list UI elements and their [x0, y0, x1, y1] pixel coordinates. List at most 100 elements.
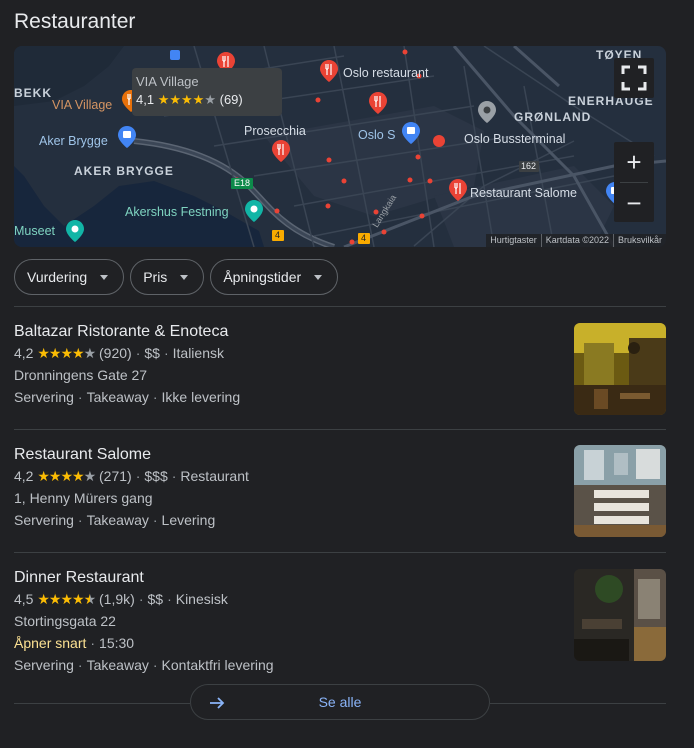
- tooltip-name: VIA Village: [136, 74, 199, 89]
- filter-price[interactable]: Pris: [130, 259, 205, 295]
- map[interactable]: BEKK VIA Village Oslo restaurant TØYEN E…: [14, 46, 666, 247]
- map-label-oslo-restaurant: Oslo restaurant: [343, 66, 429, 80]
- keyboard-shortcuts-link[interactable]: Hurtigtaster: [486, 234, 541, 247]
- star-icon: ★★★★: [37, 591, 84, 607]
- tooltip-review-count: (69): [219, 92, 243, 107]
- address: Dronningens Gate 27: [14, 367, 148, 383]
- opening-time: 15:30: [99, 635, 135, 651]
- restaurant-photo[interactable]: [574, 323, 666, 415]
- attraction-pin-icon[interactable]: [66, 220, 84, 242]
- review-count: (920): [99, 345, 132, 361]
- filter-rating[interactable]: Vurdering: [14, 259, 125, 295]
- result-rating-line: 4,2 ★★★★★ (920) · $$ · Italiensk: [14, 345, 224, 361]
- restaurant-pin-icon[interactable]: [320, 60, 338, 82]
- services: Servering · Takeaway · Kontaktfri levering: [14, 657, 274, 673]
- transit-pin-icon: [170, 50, 180, 60]
- restaurant-pin-icon[interactable]: [430, 132, 448, 154]
- transit-pin-icon[interactable]: [118, 126, 136, 148]
- review-count: (271): [99, 468, 132, 484]
- attraction-pin-icon[interactable]: [245, 200, 263, 222]
- transit-pin-icon[interactable]: [402, 122, 420, 144]
- map-attribution: Hurtigtaster Kartdata ©2022 Bruksvilkår: [486, 234, 666, 247]
- star-icon: ★★★★: [157, 92, 205, 107]
- price-level: $$: [147, 591, 164, 607]
- map-label-aker-brygge-stop: Aker Brygge: [39, 134, 108, 148]
- service: Takeaway: [86, 657, 149, 673]
- service: Ikke levering: [161, 389, 241, 405]
- caret-down-icon: [314, 274, 323, 280]
- star-icon: ★★★★: [37, 345, 84, 361]
- tooltip-rating: 4,1 ★★★★★ (69): [136, 92, 282, 108]
- map-label-oslo-s: Oslo S: [358, 128, 396, 142]
- result-rating-line: 4,5 ★★★★★ (1,9k) · $$ · Kinesisk: [14, 591, 228, 607]
- divider: [490, 703, 666, 704]
- address: Stortingsgata 22: [14, 613, 116, 629]
- result-name[interactable]: Dinner Restaurant: [14, 568, 666, 588]
- caret-down-icon: [180, 274, 189, 280]
- rating-value: 4,2: [14, 468, 34, 484]
- list-item[interactable]: Baltazar Ristorante & Enoteca 4,2 ★★★★★ …: [14, 322, 666, 422]
- service: Servering: [14, 389, 74, 405]
- restaurant-pin-icon[interactable]: [369, 92, 387, 114]
- road-shield-162: 162: [521, 161, 537, 171]
- map-label-bekk: BEKK: [14, 86, 53, 100]
- transit-pin-icon[interactable]: [478, 101, 496, 123]
- opening-status: Åpner snart · 15:30: [14, 635, 135, 651]
- road-shield-e18: E18: [234, 178, 251, 188]
- tooltip-rating-value: 4,1: [136, 92, 155, 107]
- rating-value: 4,5: [14, 591, 34, 607]
- result-name[interactable]: Restaurant Salome: [14, 445, 666, 465]
- service: Levering: [161, 512, 216, 528]
- review-count: (1,9k): [99, 591, 135, 607]
- zoom-controls: + −: [614, 142, 654, 222]
- star-empty-icon: ★: [204, 92, 216, 107]
- terms-link[interactable]: Bruksvilkår: [612, 234, 666, 247]
- price-level: $$$: [144, 468, 168, 484]
- fullscreen-icon: [621, 65, 647, 91]
- map-label-akershus-festning: Akershus Festning: [125, 205, 229, 219]
- result-rating-line: 4,2 ★★★★★ (271) · $$$ · Restaurant: [14, 468, 249, 484]
- service: Kontaktfri levering: [161, 657, 274, 673]
- see-all-label: Se alle: [318, 694, 362, 710]
- result-name[interactable]: Baltazar Ristorante & Enoteca: [14, 322, 666, 342]
- restaurant-pin-icon[interactable]: [272, 140, 290, 162]
- map-label-aker-brygge: AKER BRYGGE: [74, 164, 174, 178]
- map-label-oslo-bussterminal: Oslo Bussterminal: [464, 132, 566, 146]
- map-canvas: [14, 46, 666, 247]
- service: Takeaway: [86, 389, 149, 405]
- restaurant-photo[interactable]: [574, 445, 666, 537]
- rating-value: 4,2: [14, 345, 34, 361]
- restaurant-pin-icon[interactable]: [449, 179, 467, 201]
- divider: [14, 703, 190, 704]
- address: 1, Henny Mürers gang: [14, 490, 153, 506]
- list-item[interactable]: Restaurant Salome 4,2 ★★★★★ (271) · $$$ · Re…: [14, 445, 666, 545]
- map-label-prosecchia: Prosecchia: [244, 124, 306, 138]
- fullscreen-button[interactable]: [614, 58, 654, 98]
- map-label-restaurant-salome: Restaurant Salome: [470, 186, 578, 200]
- star-icon: ★★★★: [37, 468, 84, 484]
- category: Kinesisk: [175, 591, 228, 607]
- map-data-text: Kartdata ©2022: [540, 234, 613, 247]
- zoom-in-button[interactable]: +: [614, 142, 654, 182]
- filter-opening-hours[interactable]: Åpningstider: [210, 259, 339, 295]
- map-label-museet: Museet: [14, 224, 55, 238]
- status-badge: Åpner snart: [14, 635, 87, 651]
- divider: [14, 306, 666, 307]
- restaurant-photo[interactable]: [574, 569, 666, 661]
- map-label-via-village: VIA Village: [52, 98, 113, 112]
- star-half-icon: ★: [83, 591, 97, 607]
- star-empty-icon: ★: [83, 468, 97, 484]
- divider: [14, 552, 666, 553]
- map-tooltip[interactable]: VIA Village 4,1 ★★★★★ (69): [132, 68, 282, 116]
- divider: [14, 429, 666, 430]
- see-all-button[interactable]: Se alle: [190, 684, 490, 720]
- caret-down-icon: [100, 274, 109, 280]
- section-title: Restauranter: [14, 10, 136, 33]
- map-label-gronland: GRØNLAND: [514, 110, 592, 124]
- category: Restaurant: [180, 468, 249, 484]
- service: Servering: [14, 512, 74, 528]
- list-item[interactable]: Dinner Restaurant 4,5 ★★★★★ (1,9k) · $$ · Ki…: [14, 568, 666, 678]
- road-shield-4: 4: [275, 230, 281, 240]
- zoom-out-button[interactable]: −: [614, 183, 654, 223]
- chip-label: Vurdering: [27, 269, 88, 285]
